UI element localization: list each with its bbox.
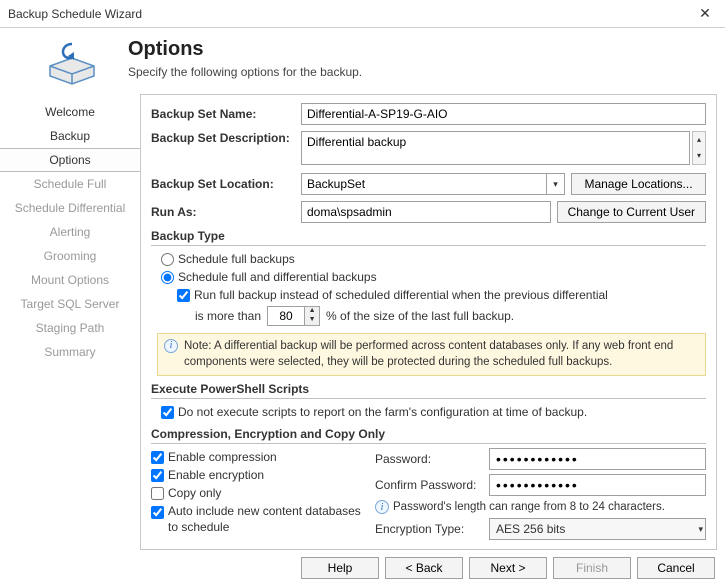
next-button[interactable]: Next > [469, 557, 547, 579]
compression-label: Enable compression [168, 450, 277, 464]
ps-section: Execute PowerShell Scripts [151, 382, 706, 399]
cec-section: Compression, Encryption and Copy Only [151, 427, 706, 444]
close-button[interactable]: ✕ [693, 4, 717, 24]
backup-type-section: Backup Type [151, 229, 706, 246]
sidebar-item-schedule-full: Schedule Full [0, 172, 140, 196]
percent-input[interactable] [268, 307, 304, 325]
cancel-button[interactable]: Cancel [637, 557, 715, 579]
backup-set-loc-input[interactable] [302, 174, 546, 194]
spinner-down-icon[interactable]: ▼ [305, 316, 319, 325]
window-title: Backup Schedule Wizard [8, 7, 142, 21]
backup-set-name-label: Backup Set Name: [151, 107, 301, 121]
chevron-down-icon: ▾ [698, 524, 703, 535]
sidebar-item-alerting: Alerting [0, 220, 140, 244]
backup-set-desc-label: Backup Set Description: [151, 131, 301, 145]
sidebar-item-target-sql: Target SQL Server [0, 292, 140, 316]
sidebar-item-mount-options: Mount Options [0, 268, 140, 292]
run-as-label: Run As: [151, 205, 301, 219]
spinner-up-icon[interactable]: ▲ [305, 307, 319, 316]
copy-only-checkbox[interactable] [151, 487, 164, 500]
manage-locations-button[interactable]: Manage Locations... [571, 173, 706, 195]
chevron-down-icon[interactable]: ▾ [546, 174, 564, 194]
no-scripts-checkbox[interactable] [161, 406, 174, 419]
desc-scroll[interactable]: ▴ ▾ [692, 131, 706, 165]
sidebar-item-grooming: Grooming [0, 244, 140, 268]
backup-box-icon [40, 38, 104, 86]
close-icon: ✕ [699, 5, 711, 22]
copy-only-label: Copy only [168, 486, 221, 500]
info-icon: i [375, 500, 389, 514]
sidebar-item-options[interactable]: Options [0, 148, 140, 172]
wizard-footer: Help < Back Next > Finish Cancel [0, 550, 725, 586]
encryption-type-value: AES 256 bits [496, 522, 565, 536]
encryption-type-label: Encryption Type: [375, 522, 485, 536]
no-scripts-label: Do not execute scripts to report on the … [178, 405, 587, 419]
run-full-instead-checkbox[interactable] [177, 289, 190, 302]
auto-include-checkbox[interactable] [151, 506, 164, 519]
confirm-password-input[interactable] [489, 474, 706, 496]
password-input[interactable] [489, 448, 706, 470]
backup-set-name-input[interactable] [301, 103, 706, 125]
schedule-full-radio[interactable] [161, 253, 174, 266]
backup-set-loc-combo[interactable]: ▾ [301, 173, 565, 195]
sidebar-item-welcome[interactable]: Welcome [0, 100, 140, 124]
differential-note-text: Note: A differential backup will be perf… [184, 339, 699, 370]
encryption-checkbox[interactable] [151, 469, 164, 482]
backup-set-loc-label: Backup Set Location: [151, 177, 301, 191]
header: Options Specify the following options fo… [0, 28, 725, 94]
compression-checkbox[interactable] [151, 451, 164, 464]
back-button[interactable]: < Back [385, 557, 463, 579]
password-label: Password: [375, 452, 485, 466]
schedule-diff-radio[interactable] [161, 271, 174, 284]
page-subtitle: Specify the following options for the ba… [128, 65, 362, 79]
sidebar-item-backup[interactable]: Backup [0, 124, 140, 148]
password-hint: i Password's length can range from 8 to … [375, 500, 706, 514]
differential-note: i Note: A differential backup will be pe… [157, 333, 706, 376]
confirm-password-label: Confirm Password: [375, 478, 485, 492]
encryption-label: Enable encryption [168, 468, 264, 482]
title-bar: Backup Schedule Wizard ✕ [0, 0, 725, 28]
change-user-button[interactable]: Change to Current User [557, 201, 706, 223]
scroll-down-icon[interactable]: ▾ [693, 148, 705, 164]
schedule-full-label: Schedule full backups [178, 252, 295, 266]
run-full-instead-label: Run full backup instead of scheduled dif… [194, 288, 608, 302]
run-full-mid1: is more than [195, 309, 261, 323]
finish-button: Finish [553, 557, 631, 579]
page-title: Options [128, 38, 362, 61]
sidebar-item-summary: Summary [0, 340, 140, 364]
run-as-input[interactable] [301, 201, 551, 223]
backup-set-desc-input[interactable]: Differential backup [301, 131, 690, 165]
info-icon: i [164, 339, 178, 353]
help-button[interactable]: Help [301, 557, 379, 579]
auto-include-label: Auto include new content databases to sc… [168, 504, 361, 535]
main-panel: Backup Set Name: Backup Set Description:… [140, 94, 717, 550]
scroll-up-icon[interactable]: ▴ [693, 132, 705, 148]
sidebar-item-schedule-differential: Schedule Differential [0, 196, 140, 220]
wizard-sidebar: Welcome Backup Options Schedule Full Sch… [0, 94, 140, 550]
sidebar-item-staging-path: Staging Path [0, 316, 140, 340]
schedule-diff-label: Schedule full and differential backups [178, 270, 377, 284]
percent-spinner[interactable]: ▲ ▼ [267, 306, 320, 326]
run-full-mid2: % of the size of the last full backup. [326, 309, 514, 323]
encryption-type-select[interactable]: AES 256 bits ▾ [489, 518, 706, 540]
